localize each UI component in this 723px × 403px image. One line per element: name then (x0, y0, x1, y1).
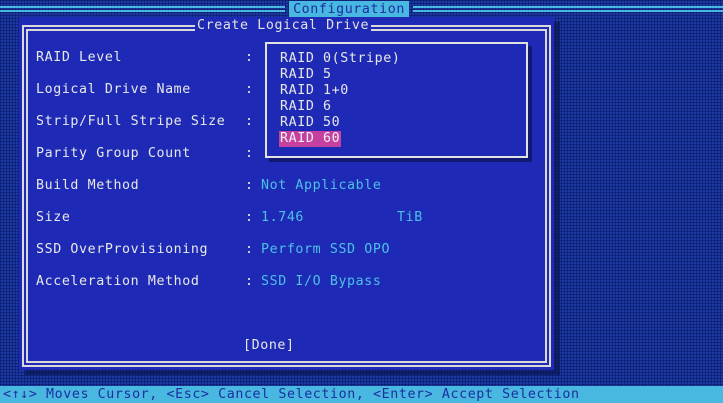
field-colon: : (245, 50, 254, 65)
field-label-strip-size: Strip/Full Stripe Size (36, 114, 226, 129)
field-label-parity-group-count: Parity Group Count (36, 146, 191, 161)
top-title-bar: Configuration (0, 0, 723, 18)
field-colon: : (245, 178, 254, 193)
title-bar-line-right (413, 6, 723, 12)
field-colon: : (245, 210, 254, 225)
dialog-title: Create Logical Drive (195, 17, 372, 35)
acceleration-method-select[interactable]: SSD I/O Bypass (261, 274, 381, 290)
field-label-size: Size (36, 210, 71, 225)
field-colon: : (245, 114, 254, 129)
field-colon: : (245, 274, 254, 289)
field-label-ssd-overprovisioning: SSD OverProvisioning (36, 242, 209, 257)
status-bar-help: <↑↓> Moves Cursor, <Esc> Cancel Selectio… (0, 386, 723, 403)
raid-option[interactable]: RAID 5 (279, 67, 333, 83)
field-colon: : (245, 82, 254, 97)
ssd-overprovisioning-select[interactable]: Perform SSD OPO (261, 242, 390, 258)
size-unit-select[interactable]: TiB (397, 210, 423, 226)
field-label-logical-drive-name: Logical Drive Name (36, 82, 191, 97)
raid-option[interactable]: RAID 0(Stripe) (279, 51, 401, 67)
field-label-raid-level: RAID Level (36, 50, 123, 65)
done-button[interactable]: [Done] (243, 338, 295, 354)
raid-level-options: RAID 0(Stripe) RAID 5 RAID 1+0 RAID 6 RA… (279, 51, 401, 147)
raid-option[interactable]: RAID 6 (279, 99, 333, 115)
raid-option[interactable]: RAID 1+0 (279, 83, 350, 99)
raid-option[interactable]: RAID 50 (279, 115, 341, 131)
page-title: Configuration (289, 1, 409, 18)
field-colon: : (245, 146, 254, 161)
title-bar-line-left (0, 6, 285, 12)
size-input[interactable]: 1.746 (261, 210, 304, 226)
field-label-acceleration-method: Acceleration Method (36, 274, 200, 289)
raid-option-selected[interactable]: RAID 60 (279, 131, 342, 147)
field-colon: : (245, 242, 254, 257)
build-method-value[interactable]: Not Applicable (261, 178, 381, 194)
field-label-build-method: Build Method (36, 178, 140, 193)
raid-level-popup: RAID 0(Stripe) RAID 5 RAID 1+0 RAID 6 RA… (265, 42, 528, 158)
